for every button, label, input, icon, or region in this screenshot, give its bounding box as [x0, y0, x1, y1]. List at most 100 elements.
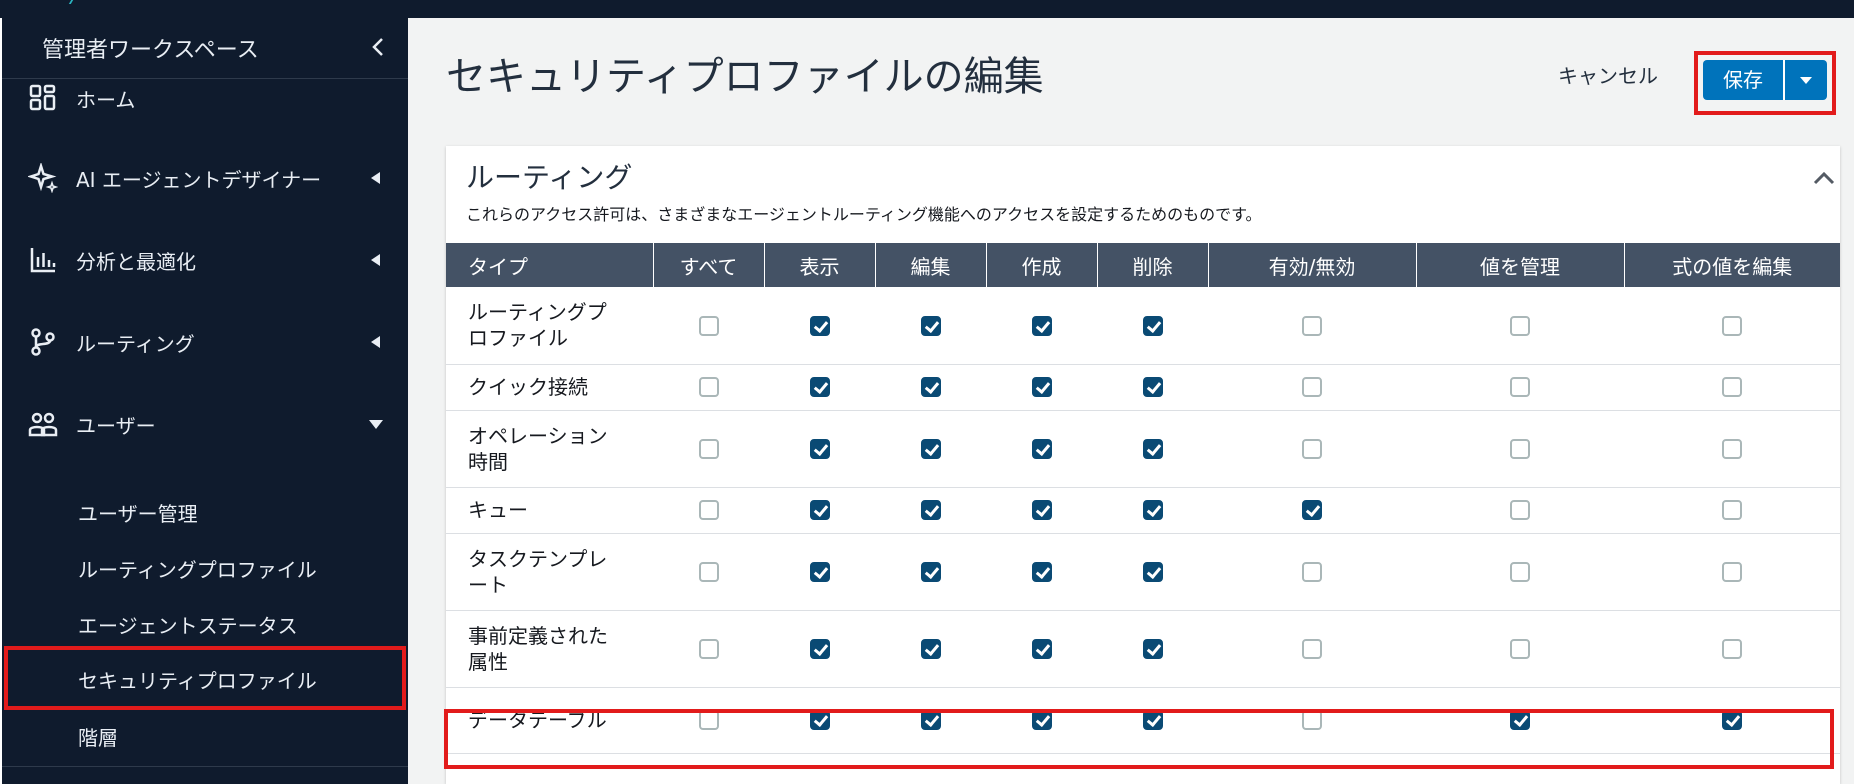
permission-checkbox[interactable] — [1142, 710, 1163, 731]
column-header: 編集 — [875, 243, 987, 287]
permission-checkbox[interactable] — [1302, 500, 1322, 521]
sidebar-item-hierarchy[interactable]: 階層 — [2, 708, 408, 762]
permission-checkbox[interactable] — [1142, 561, 1163, 582]
permission-checkbox[interactable] — [1722, 710, 1742, 731]
column-header: 値を管理 — [1416, 243, 1625, 287]
section-description: これらのアクセス許可は、さまざまなエージェントルーティング機能へのアクセスを設定… — [466, 205, 1262, 224]
permission-checkbox[interactable] — [1510, 638, 1530, 659]
permission-cell — [1097, 410, 1208, 488]
permission-checkbox[interactable] — [1302, 438, 1322, 459]
nav-item-ai-agent-designer[interactable]: AI エージェントデザイナー — [2, 148, 408, 208]
permission-checkbox[interactable] — [1510, 561, 1530, 582]
permission-checkbox[interactable] — [920, 638, 941, 659]
sidebar-divider — [2, 766, 408, 767]
permission-checkbox[interactable] — [1302, 561, 1322, 582]
permission-checkbox[interactable] — [1031, 438, 1052, 459]
permission-checkbox[interactable] — [1722, 315, 1742, 336]
permission-checkbox[interactable] — [1142, 500, 1163, 521]
nav-item-analytics[interactable]: 分析と最適化 — [2, 230, 408, 290]
permission-checkbox[interactable] — [920, 710, 941, 731]
permission-checkbox[interactable] — [920, 377, 941, 398]
permission-checkbox[interactable] — [809, 500, 830, 521]
permission-checkbox[interactable] — [1722, 561, 1742, 582]
permission-checkbox[interactable] — [809, 377, 830, 398]
table-row: クイック接続 — [446, 364, 1840, 411]
permission-cell — [875, 487, 986, 534]
permission-checkbox[interactable] — [698, 315, 719, 336]
sidebar-item-security-profiles[interactable]: セキュリティプロファイル — [4, 646, 406, 710]
column-header: タイプ — [446, 243, 654, 287]
nav-item-users[interactable]: ユーザー — [2, 394, 408, 454]
permission-checkbox[interactable] — [809, 710, 830, 731]
sub-item-label: エージェントステータス — [78, 614, 298, 638]
save-options-button[interactable] — [1785, 60, 1827, 100]
permission-checkbox[interactable] — [1722, 638, 1742, 659]
permission-checkbox[interactable] — [1510, 438, 1530, 459]
permission-checkbox[interactable] — [1722, 438, 1742, 459]
cancel-button[interactable]: キャンセル — [1558, 60, 1658, 89]
permission-checkbox[interactable] — [1510, 377, 1530, 398]
permission-checkbox[interactable] — [698, 561, 719, 582]
permission-checkbox[interactable] — [698, 438, 719, 459]
permission-cell — [764, 533, 875, 611]
permission-checkbox[interactable] — [1031, 561, 1052, 582]
permission-checkbox[interactable] — [920, 561, 941, 582]
permission-checkbox[interactable] — [1510, 710, 1530, 731]
nav-item-routing[interactable]: ルーティング — [2, 312, 408, 372]
permission-checkbox[interactable] — [1142, 638, 1163, 659]
sidebar-item-user-management[interactable]: ユーザー管理 — [2, 484, 408, 538]
permission-cell — [764, 610, 875, 688]
sidebar-item-routing-profiles[interactable]: ルーティングプロファイル — [2, 540, 408, 594]
permission-checkbox[interactable] — [1722, 500, 1742, 521]
page-title: セキュリティプロファイルの編集 — [446, 54, 1044, 100]
nav-item-home[interactable]: ホーム — [2, 68, 408, 128]
chevron-up-icon[interactable] — [1812, 168, 1836, 188]
permission-checkbox[interactable] — [1302, 710, 1322, 731]
permission-checkbox[interactable] — [920, 500, 941, 521]
permission-checkbox[interactable] — [920, 315, 941, 336]
permission-checkbox[interactable] — [1031, 315, 1052, 336]
caret-down-icon — [1800, 77, 1812, 84]
permission-cell — [1416, 410, 1624, 488]
permission-checkbox[interactable] — [1302, 638, 1322, 659]
permission-checkbox[interactable] — [809, 638, 830, 659]
save-button-group: 保存 — [1694, 51, 1836, 115]
permission-checkbox[interactable] — [1722, 377, 1742, 398]
permission-checkbox[interactable] — [809, 315, 830, 336]
permission-checkbox[interactable] — [1302, 377, 1322, 398]
permission-cell — [875, 410, 986, 488]
permission-cell — [1097, 610, 1208, 688]
permission-checkbox[interactable] — [1031, 500, 1052, 521]
permission-checkbox[interactable] — [1142, 315, 1163, 336]
permission-cell — [653, 687, 764, 754]
permission-checkbox[interactable] — [1510, 500, 1530, 521]
table-row: 事前定義された 属性 — [446, 610, 1840, 688]
permission-checkbox[interactable] — [809, 561, 830, 582]
permission-checkbox[interactable] — [1142, 377, 1163, 398]
row-type-label: オペレーション 時間 — [446, 410, 653, 488]
sub-item-label: セキュリティプロファイル — [78, 669, 317, 693]
permission-checkbox[interactable] — [698, 500, 719, 521]
permission-checkbox[interactable] — [698, 710, 719, 731]
permissions-table: タイプ すべて 表示 編集 作成 削除 有効/無効 値を管理 式の値を編集 ルー… — [446, 243, 1840, 754]
permission-cell — [1416, 487, 1624, 534]
permission-checkbox[interactable] — [920, 438, 941, 459]
permission-cell — [1624, 410, 1840, 488]
permission-checkbox[interactable] — [1031, 377, 1052, 398]
permission-checkbox[interactable] — [1302, 315, 1322, 336]
permission-checkbox[interactable] — [1031, 710, 1052, 731]
sub-item-label: ユーザー管理 — [78, 502, 198, 526]
chevron-left-icon[interactable] — [368, 36, 390, 58]
sidebar-item-agent-status[interactable]: エージェントステータス — [2, 596, 408, 650]
permission-checkbox[interactable] — [1510, 315, 1530, 336]
permission-checkbox[interactable] — [698, 377, 719, 398]
permission-checkbox[interactable] — [1142, 438, 1163, 459]
permission-cell — [1208, 364, 1416, 411]
row-type-label: ルーティングプ ロファイル — [446, 287, 653, 365]
row-type-label: データテーブル — [446, 687, 653, 754]
permission-checkbox[interactable] — [698, 638, 719, 659]
permission-checkbox[interactable] — [809, 438, 830, 459]
caret-left-icon — [368, 170, 384, 186]
permission-checkbox[interactable] — [1031, 638, 1052, 659]
save-button[interactable]: 保存 — [1703, 60, 1783, 100]
